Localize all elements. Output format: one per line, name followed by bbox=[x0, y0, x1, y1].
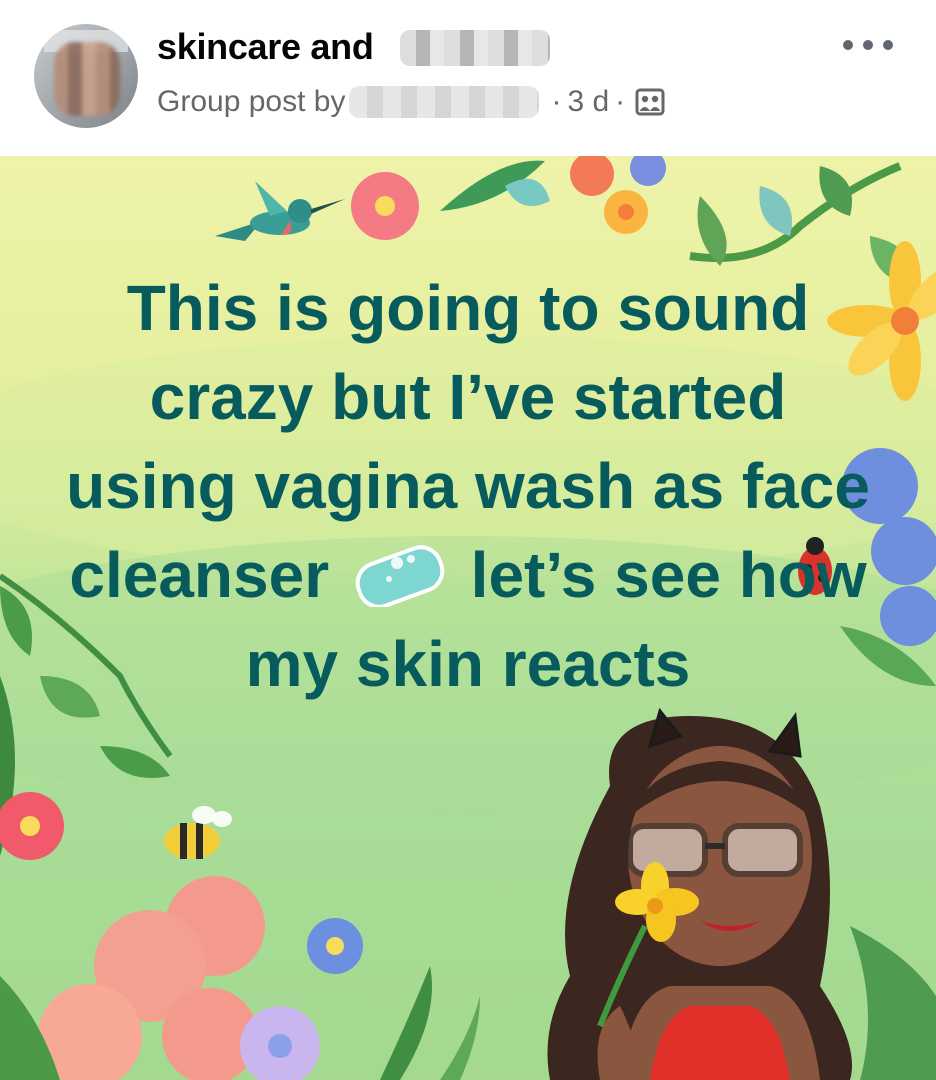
dot bbox=[843, 40, 853, 50]
hummingbird-icon bbox=[215, 181, 345, 241]
post-time[interactable]: 3 d bbox=[567, 85, 609, 119]
dot bbox=[863, 40, 873, 50]
redacted-author-name bbox=[349, 86, 540, 118]
soap-icon bbox=[355, 545, 445, 607]
meta-separator: · bbox=[615, 85, 626, 118]
post-background[interactable]: This is going to sound crazy but I’ve st… bbox=[0, 156, 936, 1080]
post-text: This is going to sound crazy but I’ve st… bbox=[60, 264, 876, 709]
meta-prefix: Group post by bbox=[157, 85, 346, 118]
group-icon bbox=[635, 88, 665, 116]
dot bbox=[883, 40, 893, 50]
avatar[interactable] bbox=[34, 24, 138, 128]
group-name[interactable]: skincare and bbox=[157, 26, 374, 68]
post-text-part-2: let’s see how my skin reacts bbox=[245, 539, 867, 700]
meta-separator: · bbox=[551, 85, 562, 118]
more-options-button[interactable] bbox=[843, 30, 893, 60]
redacted-group-name bbox=[400, 30, 550, 66]
post-header: skincare and Group post by · 3 d · bbox=[0, 0, 936, 156]
post-meta: Group post by · 3 d · bbox=[157, 84, 665, 120]
bee-icon bbox=[164, 806, 232, 859]
